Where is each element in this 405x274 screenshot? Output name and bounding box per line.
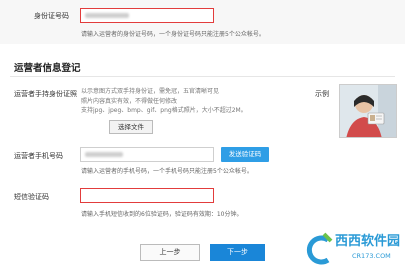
site-watermark: 西西软件园 CR173.COM [300, 230, 405, 274]
sms-code-input[interactable] [80, 188, 214, 203]
photo-desc-line: 支持jpg、jpeg、bmp、gif、png格式照片，大小不超过2M。 [81, 107, 247, 114]
section-divider [10, 76, 395, 77]
sms-label: 短信验证码 [14, 193, 49, 201]
photo-desc-line: 照片内容真实有效，不得做任何修改 [81, 97, 178, 105]
photo-desc-line: 以示意图方式双手持身份证，需免冠，五官清晰可见 [81, 88, 220, 95]
photo-description: 以示意图方式双手持身份证，需免冠，五官清晰可见 照片内容真实有效，不得做任何修改… [81, 87, 291, 116]
phone-label: 运营者手机号码 [14, 152, 63, 160]
phone-hint: 请输入运营者的手机号码，一个手机号码只能注册5个公众帐号。 [81, 168, 253, 175]
watermark-logo-icon [306, 232, 333, 265]
id-card-hint: 请输入运营者的身份证号码，一个身份证号码只能注册5个公众帐号。 [81, 31, 265, 38]
section-title: 运营者信息登记 [14, 63, 81, 74]
phone-value-redacted [85, 152, 123, 157]
choose-file-button[interactable]: 选择文件 [109, 120, 153, 134]
send-code-button[interactable]: 发送验证码 [221, 147, 269, 162]
phone-input[interactable] [80, 147, 214, 162]
photo-label: 运营者手持身份证照 [14, 90, 77, 98]
id-card-input[interactable] [80, 8, 214, 23]
watermark-url: CR173.COM [352, 252, 391, 260]
sample-photo [339, 84, 397, 138]
id-card-value-redacted [85, 13, 129, 18]
id-card-label: 身份证号码 [34, 12, 69, 20]
watermark-text: 西西软件园 [335, 234, 401, 249]
sms-hint: 请输入手机短信收到的6位验证码，验证码有效期：10分钟。 [81, 211, 243, 218]
sample-label: 示例 [315, 90, 329, 98]
next-step-button[interactable]: 下一步 [210, 244, 265, 261]
prev-step-button[interactable]: 上一步 [140, 244, 200, 261]
